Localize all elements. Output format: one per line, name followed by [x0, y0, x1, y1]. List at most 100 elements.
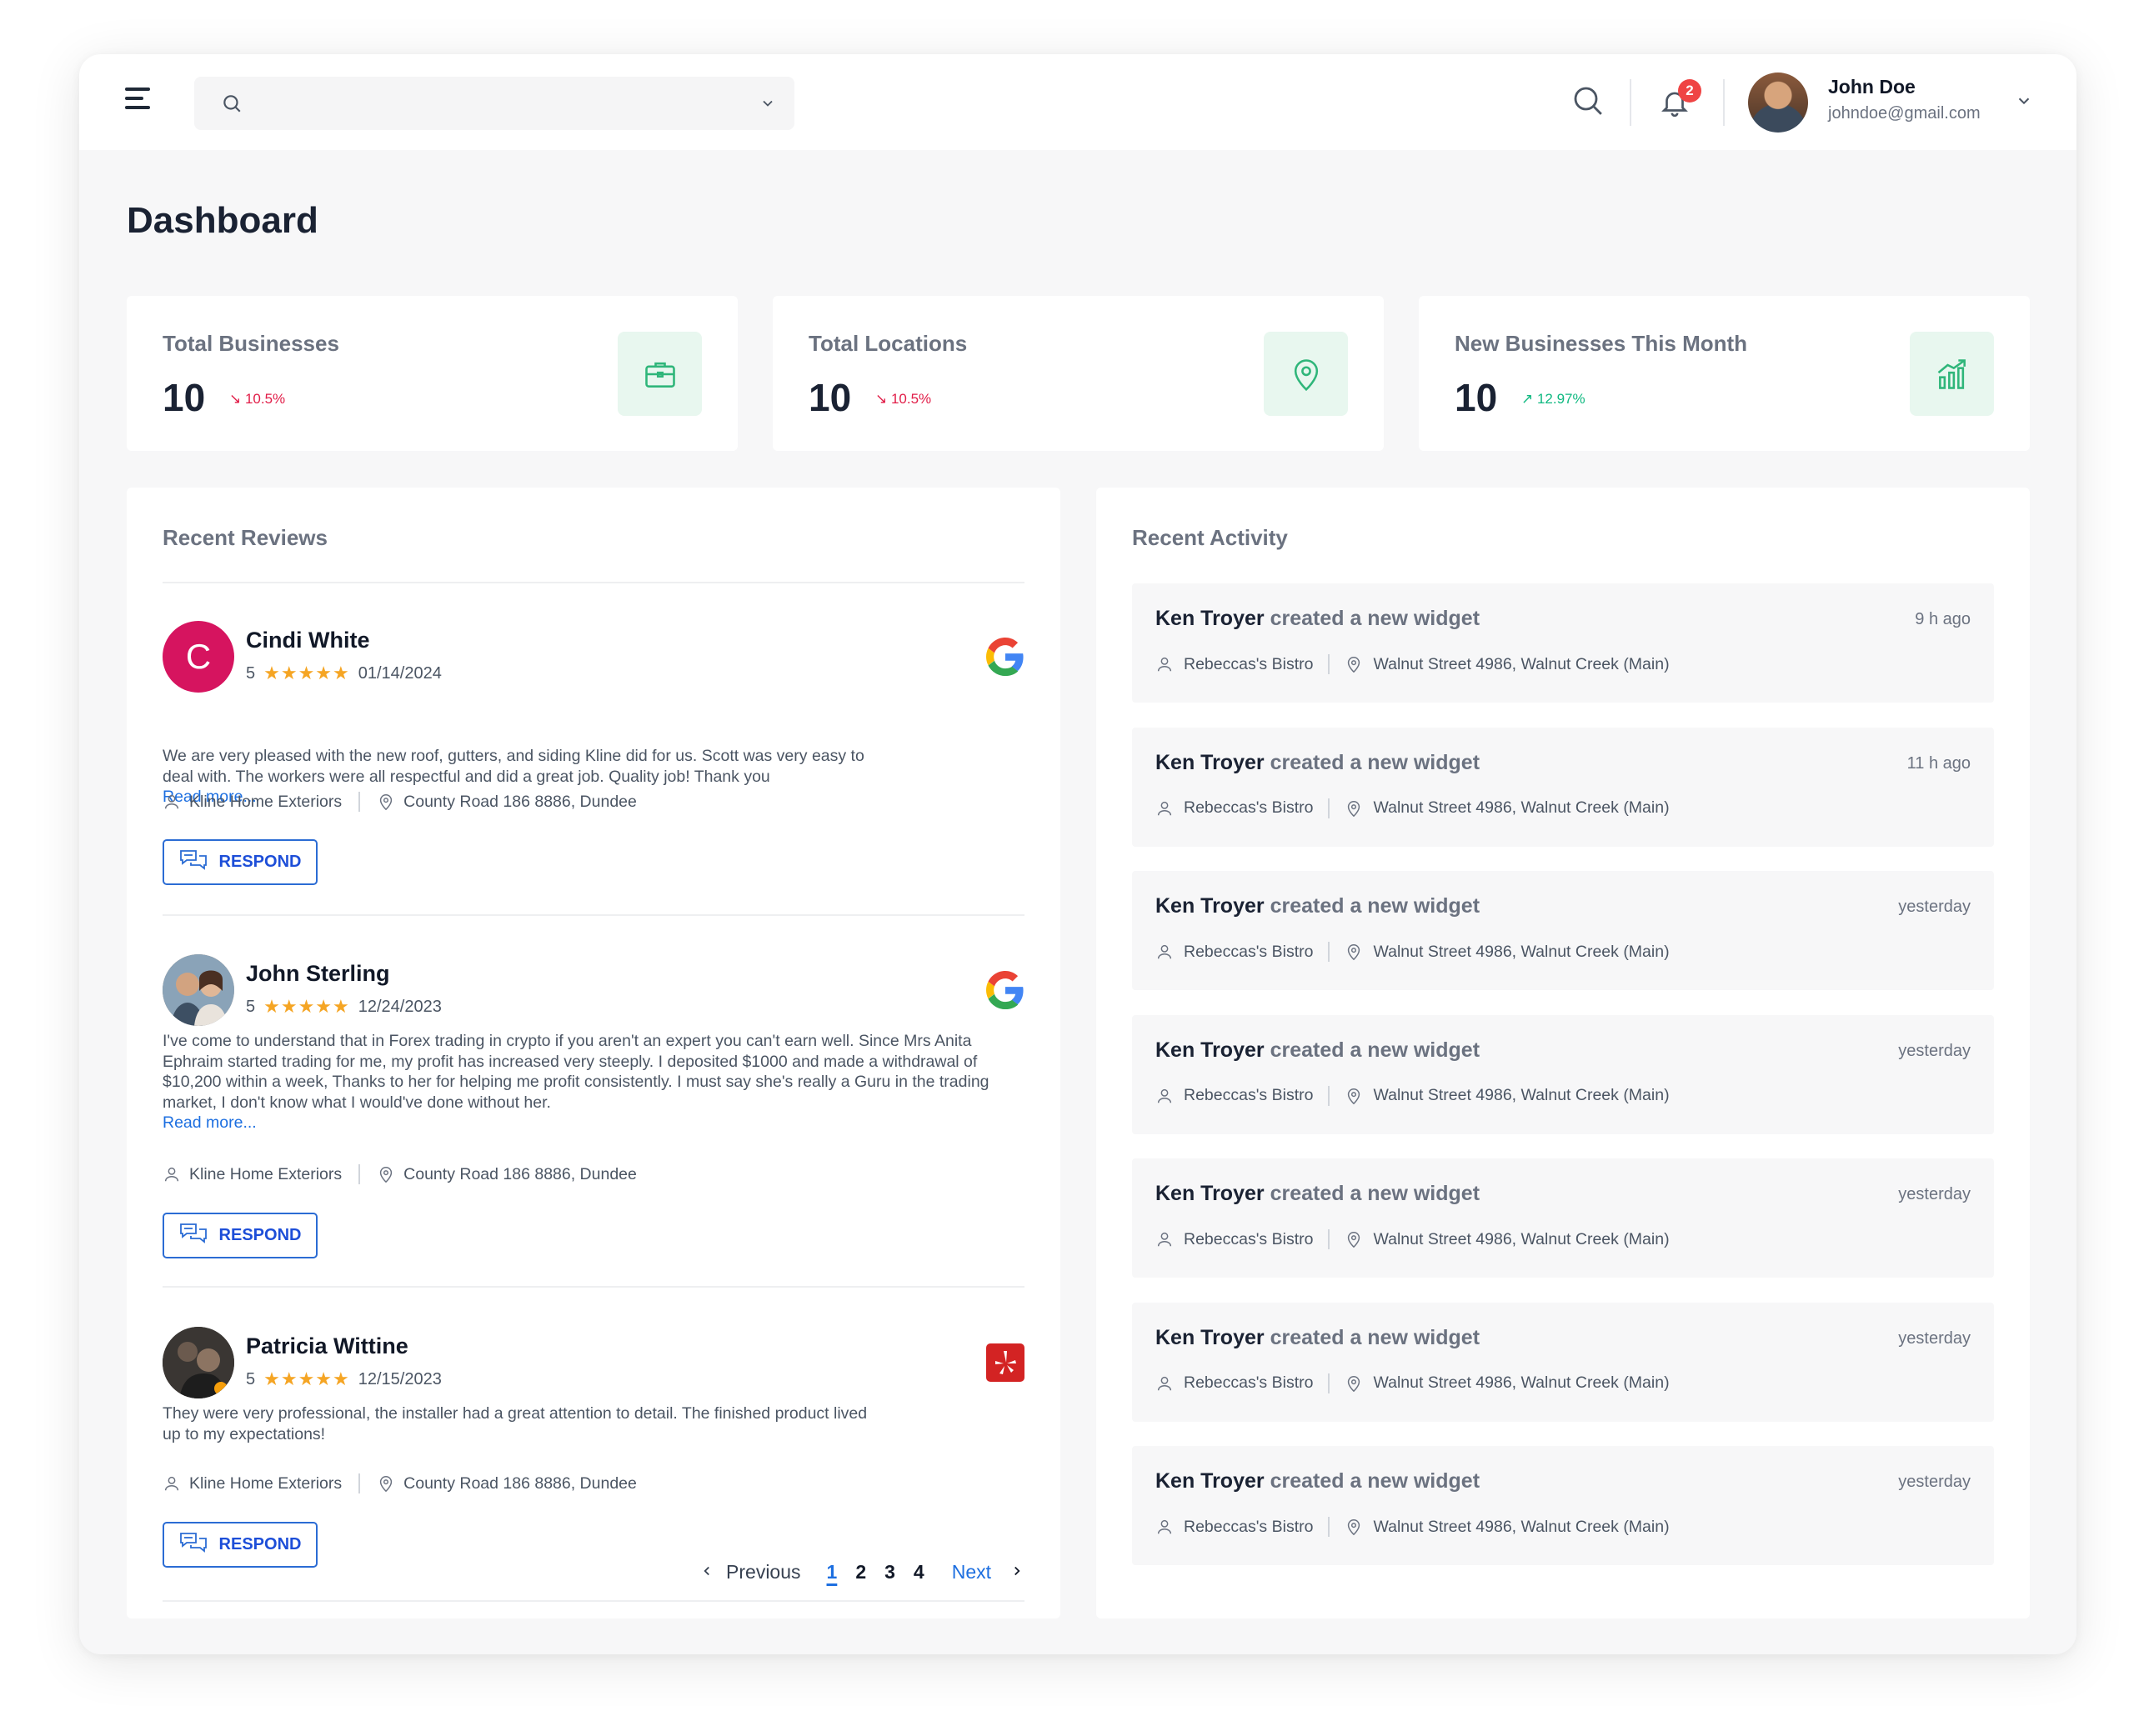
location: Walnut Street 4986, Walnut Creek (Main) — [1373, 1229, 1670, 1248]
search-input[interactable] — [194, 77, 794, 130]
activity-item[interactable]: Ken Troyer created a new widget yesterda… — [1132, 1158, 1994, 1278]
page-1-link[interactable]: 1 — [827, 1561, 838, 1583]
map-pin-icon — [377, 793, 395, 811]
activity-info: Rebeccas's Bistro Walnut Street 4986, Wa… — [1155, 798, 1670, 818]
business-name: Rebeccas's Bistro — [1184, 654, 1314, 673]
activity-info: Rebeccas's Bistro Walnut Street 4986, Wa… — [1155, 1517, 1670, 1537]
activity-item[interactable]: Ken Troyer created a new widget yesterda… — [1132, 1014, 1994, 1134]
review-date: 12/24/2023 — [358, 997, 442, 1016]
rating-value: 5 — [246, 663, 256, 683]
divider — [1630, 79, 1631, 126]
next-page-link[interactable]: Next — [952, 1561, 991, 1583]
avatar — [163, 1327, 234, 1398]
review-text: I've come to understand that in Forex tr… — [163, 1032, 989, 1132]
location: Walnut Street 4986, Walnut Creek (Main) — [1373, 1517, 1670, 1536]
user-name: John Doe — [1828, 76, 1916, 98]
respond-button[interactable]: RESPOND — [163, 1213, 318, 1258]
activity-title: Ken Troyer created a new widget — [1155, 1326, 1480, 1350]
location: Walnut Street 4986, Walnut Creek (Main) — [1373, 798, 1670, 817]
activity-info: Rebeccas's Bistro Walnut Street 4986, Wa… — [1155, 1373, 1670, 1393]
user-icon — [163, 793, 181, 811]
page-2-link[interactable]: 2 — [855, 1561, 866, 1583]
google-icon — [986, 971, 1024, 1009]
activity-item[interactable]: Ken Troyer created a new widget yesterda… — [1132, 1302, 1994, 1422]
business-name: Rebeccas's Bistro — [1184, 942, 1314, 961]
activity-time: 9 h ago — [1915, 610, 1971, 628]
read-more-link[interactable]: Read more... — [163, 1113, 257, 1132]
yelp-icon — [986, 1343, 1024, 1382]
activity-item[interactable]: Ken Troyer created a new widget 9 h ago … — [1132, 583, 1994, 703]
notification-badge: 2 — [1678, 79, 1701, 103]
activity-info: Rebeccas's Bistro Walnut Street 4986, Wa… — [1155, 942, 1670, 962]
respond-button[interactable]: RESPOND — [163, 839, 318, 885]
activity-title: Ken Troyer created a new widget — [1155, 751, 1480, 775]
chevron-down-icon[interactable] — [2015, 92, 2033, 114]
user-icon — [1155, 655, 1174, 673]
page-4-link[interactable]: 4 — [914, 1561, 924, 1583]
location: County Road 186 8886, Dundee — [403, 1164, 637, 1183]
chevron-down-icon[interactable] — [759, 95, 776, 116]
avatar — [163, 954, 234, 1026]
chat-icon — [179, 1222, 208, 1250]
growth-chart-icon — [1910, 332, 1994, 416]
location: Walnut Street 4986, Walnut Creek (Main) — [1373, 654, 1670, 673]
review-info: Kline Home Exteriors County Road 186 888… — [163, 792, 637, 812]
activity-info: Rebeccas's Bistro Walnut Street 4986, Wa… — [1155, 1229, 1670, 1249]
location: Walnut Street 4986, Walnut Creek (Main) — [1373, 942, 1670, 961]
map-pin-icon — [1264, 332, 1348, 416]
user-icon — [1155, 799, 1174, 818]
chevron-right-icon[interactable] — [1009, 1561, 1024, 1583]
panel-title: Recent Reviews — [163, 525, 328, 550]
avatar[interactable] — [1748, 73, 1808, 133]
stat-value: 10 — [809, 376, 852, 419]
activity-user: Ken Troyer — [1155, 1469, 1265, 1493]
activity-title: Ken Troyer created a new widget — [1155, 894, 1480, 918]
recent-activity-panel: Recent Activity Ken Troyer created a new… — [1096, 488, 2030, 1618]
divider — [163, 1286, 1024, 1288]
chevron-left-icon[interactable] — [699, 1561, 714, 1583]
location: County Road 186 8886, Dundee — [403, 1473, 637, 1493]
search-icon — [221, 93, 243, 118]
menu-icon[interactable] — [125, 88, 155, 118]
map-pin-icon — [1345, 799, 1363, 818]
stat-delta: ↗ 12.97% — [1521, 391, 1585, 407]
previous-page-link[interactable]: Previous — [726, 1561, 800, 1583]
divider — [163, 1600, 1024, 1602]
page-3-link[interactable]: 3 — [884, 1561, 895, 1583]
business-name: Kline Home Exteriors — [189, 792, 343, 811]
activity-item[interactable]: Ken Troyer created a new widget 11 h ago… — [1132, 727, 1994, 847]
activity-action: created a new widget — [1270, 1038, 1480, 1062]
activity-user: Ken Troyer — [1155, 1325, 1265, 1349]
activity-user: Ken Troyer — [1155, 894, 1265, 918]
user-icon — [1155, 1374, 1174, 1393]
activity-time: yesterday — [1898, 898, 1971, 916]
map-pin-icon — [1345, 1230, 1363, 1248]
star-rating-icon: ★★★★★ — [263, 1368, 350, 1389]
user-icon — [163, 1474, 181, 1493]
location: Walnut Street 4986, Walnut Creek (Main) — [1373, 1086, 1670, 1104]
activity-title: Ken Troyer created a new widget — [1155, 1182, 1480, 1206]
activity-user: Ken Troyer — [1155, 607, 1265, 630]
activity-time: 11 h ago — [1906, 753, 1971, 773]
avatar: C — [163, 621, 234, 693]
user-icon — [1155, 1518, 1174, 1536]
business-name: Kline Home Exteriors — [189, 1164, 343, 1183]
activity-action: created a new widget — [1270, 750, 1480, 774]
activity-item[interactable]: Ken Troyer created a new widget yesterda… — [1132, 1446, 1994, 1565]
activity-time: yesterday — [1898, 1041, 1971, 1060]
map-pin-icon — [377, 1165, 395, 1183]
search-icon[interactable] — [1571, 84, 1605, 122]
divider — [1723, 79, 1725, 126]
activity-time: yesterday — [1898, 1185, 1971, 1203]
activity-user: Ken Troyer — [1155, 1038, 1265, 1062]
activity-user: Ken Troyer — [1155, 1182, 1265, 1205]
respond-button[interactable]: RESPOND — [163, 1522, 318, 1568]
stat-delta: ↘ 10.5% — [875, 391, 932, 407]
business-name: Rebeccas's Bistro — [1184, 798, 1314, 817]
rating-value: 5 — [246, 997, 256, 1016]
google-icon — [986, 638, 1024, 676]
user-icon — [1155, 1230, 1174, 1248]
business-name: Rebeccas's Bistro — [1184, 1373, 1314, 1392]
activity-item[interactable]: Ken Troyer created a new widget yesterda… — [1132, 871, 1994, 990]
activity-time: yesterday — [1898, 1473, 1971, 1491]
